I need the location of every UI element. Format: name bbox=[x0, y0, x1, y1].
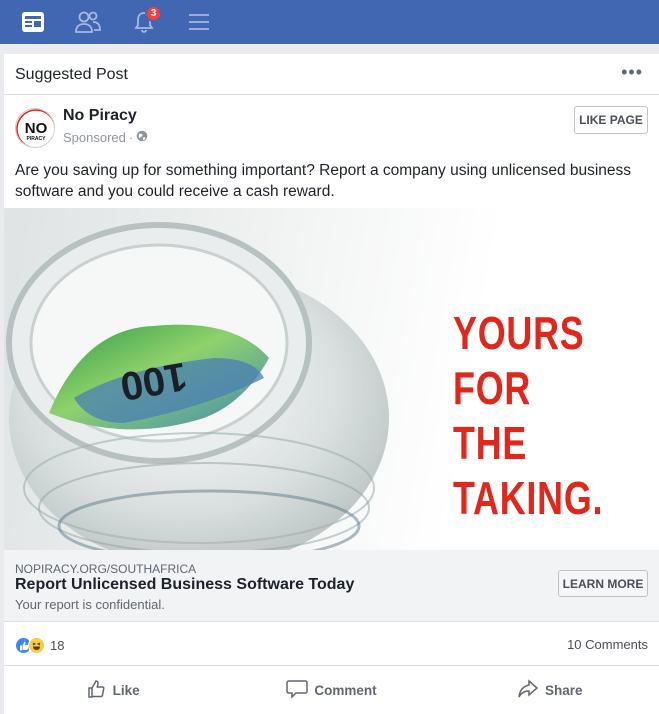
ad-headline-line-3: TAKING. bbox=[453, 472, 604, 524]
share-label: Share bbox=[545, 682, 583, 698]
more-options-icon[interactable]: ••• bbox=[621, 62, 643, 83]
reactions-summary[interactable]: 18 bbox=[15, 637, 64, 654]
comments-count-link[interactable]: 10 Comments bbox=[567, 637, 648, 652]
suggested-post-label: Suggested Post bbox=[15, 66, 128, 83]
ad-image[interactable]: 100 YOURS FOR THE TAKING. bbox=[4, 208, 659, 550]
news-feed-icon[interactable] bbox=[19, 8, 47, 36]
link-description: Your report is confidential. bbox=[15, 597, 165, 612]
card-header: Suggested Post ••• bbox=[4, 54, 659, 95]
suggested-post-card: Suggested Post ••• NO PIRACY No Piracy S… bbox=[4, 54, 659, 714]
page-logo-text: NO bbox=[25, 120, 48, 137]
page-logo[interactable]: NO PIRACY bbox=[15, 108, 55, 148]
like-label: Like bbox=[112, 682, 140, 698]
share-arrow-icon bbox=[517, 678, 539, 702]
page-logo-subtext: PIRACY bbox=[27, 136, 47, 142]
like-button[interactable]: Like bbox=[4, 666, 222, 714]
top-nav-bar: 3 bbox=[0, 0, 659, 44]
comment-label: Comment bbox=[314, 682, 377, 698]
friends-icon[interactable] bbox=[74, 8, 102, 36]
page-name-link[interactable]: No Piracy bbox=[63, 107, 137, 125]
link-preview[interactable]: NOPIRACY.ORG/SOUTHAFRICA Report Unlicens… bbox=[4, 550, 659, 622]
comment-button[interactable]: Comment bbox=[222, 666, 440, 714]
ad-headline: YOURS FOR THE TAKING. bbox=[453, 306, 614, 526]
menu-icon[interactable] bbox=[185, 8, 213, 36]
reaction-count: 18 bbox=[50, 638, 65, 653]
notifications-bell-icon[interactable]: 3 bbox=[130, 5, 162, 36]
ad-headline-line-1: YOURS bbox=[453, 307, 585, 359]
separator-dot: · bbox=[128, 130, 134, 145]
post-text: Are you saving up for something importan… bbox=[15, 162, 632, 200]
like-page-button[interactable]: LIKE PAGE bbox=[574, 106, 648, 134]
learn-more-button[interactable]: LEARN MORE bbox=[558, 570, 648, 597]
notification-badge: 3 bbox=[145, 5, 162, 22]
comment-bubble-icon bbox=[286, 679, 309, 702]
post-actions: Like Comment Share bbox=[4, 666, 659, 714]
sponsored-line: Sponsored · bbox=[63, 130, 148, 145]
link-domain: NOPIRACY.ORG/SOUTHAFRICA bbox=[15, 562, 197, 576]
haha-reaction-icon bbox=[28, 637, 45, 654]
sponsored-label: Sponsored bbox=[63, 130, 126, 145]
link-title[interactable]: Report Unlicensed Business Software Toda… bbox=[15, 576, 354, 594]
post-stats: 18 10 Comments bbox=[4, 622, 659, 666]
globe-icon bbox=[136, 130, 148, 145]
share-button[interactable]: Share bbox=[441, 666, 659, 714]
ad-headline-line-2: FOR THE bbox=[453, 362, 532, 469]
thumbs-up-icon bbox=[87, 679, 107, 702]
